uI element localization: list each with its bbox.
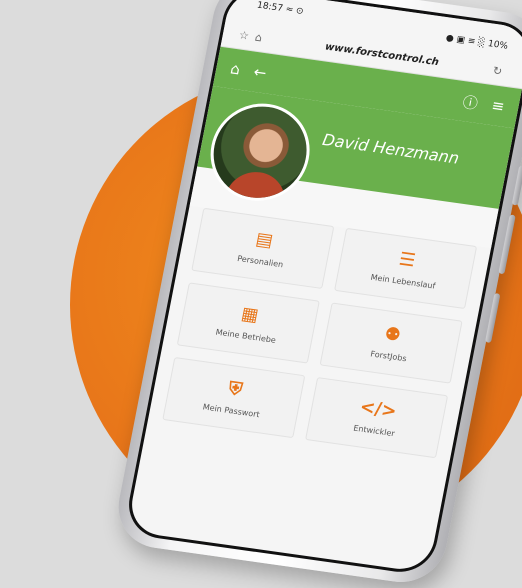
home-icon[interactable]: ⌂	[229, 60, 242, 79]
status-indicators-right: ● ▣ ≡ ░	[444, 33, 486, 49]
battery-level: 10%	[486, 39, 509, 52]
reload-icon[interactable]: ↻	[492, 64, 510, 79]
phone-display: 18:57 ≈ ⊙ ● ▣ ≡ ░ 10% ☆ ⌂ www.forstcontr…	[126, 0, 522, 574]
tile-label: Meine Betriebe	[214, 327, 277, 345]
phone-mockup: 18:57 ≈ ⊙ ● ▣ ≡ ░ 10% ☆ ⌂ www.forstcontr…	[0, 0, 522, 588]
back-arrow-icon[interactable]: ←	[252, 63, 268, 82]
menu-tiles: ▤ Personalien ☰ Mein Lebenslauf ▦ Meine …	[148, 206, 491, 460]
phone-screen: 18:57 ≈ ⊙ ● ▣ ≡ ░ 10% ☆ ⌂ www.forstcontr…	[122, 0, 522, 577]
phone-device: 18:57 ≈ ⊙ ● ▣ ≡ ░ 10% ☆ ⌂ www.forstcontr…	[111, 0, 522, 588]
tile-passwort[interactable]: ⛨ Mein Passwort	[162, 356, 306, 439]
tile-label: Personalien	[236, 253, 285, 269]
user-name: David Henzmann	[320, 129, 461, 168]
status-time: 18:57	[256, 0, 284, 15]
users-icon: ⚉	[382, 322, 403, 346]
tile-forstjobs[interactable]: ⚉ ForstJobs	[319, 302, 463, 384]
tile-label: Mein Passwort	[202, 401, 261, 419]
code-icon: </>	[358, 395, 399, 422]
hamburger-menu-icon[interactable]: ≡	[490, 96, 506, 115]
building-icon: ▦	[239, 302, 261, 326]
clipboard-icon: ☰	[397, 248, 418, 272]
tile-label: Entwickler	[352, 423, 396, 438]
shield-icon: ⛨	[226, 377, 245, 400]
status-indicators-left: ≈ ⊙	[284, 4, 305, 17]
tile-betriebe[interactable]: ▦ Meine Betriebe	[176, 282, 320, 364]
tile-label: Mein Lebenslauf	[369, 272, 437, 291]
id-card-icon: ▤	[254, 228, 275, 252]
info-icon[interactable]: ⓘ	[461, 91, 480, 114]
tile-label: ForstJobs	[369, 348, 408, 363]
tile-entwickler[interactable]: </> Entwickler	[305, 377, 449, 459]
